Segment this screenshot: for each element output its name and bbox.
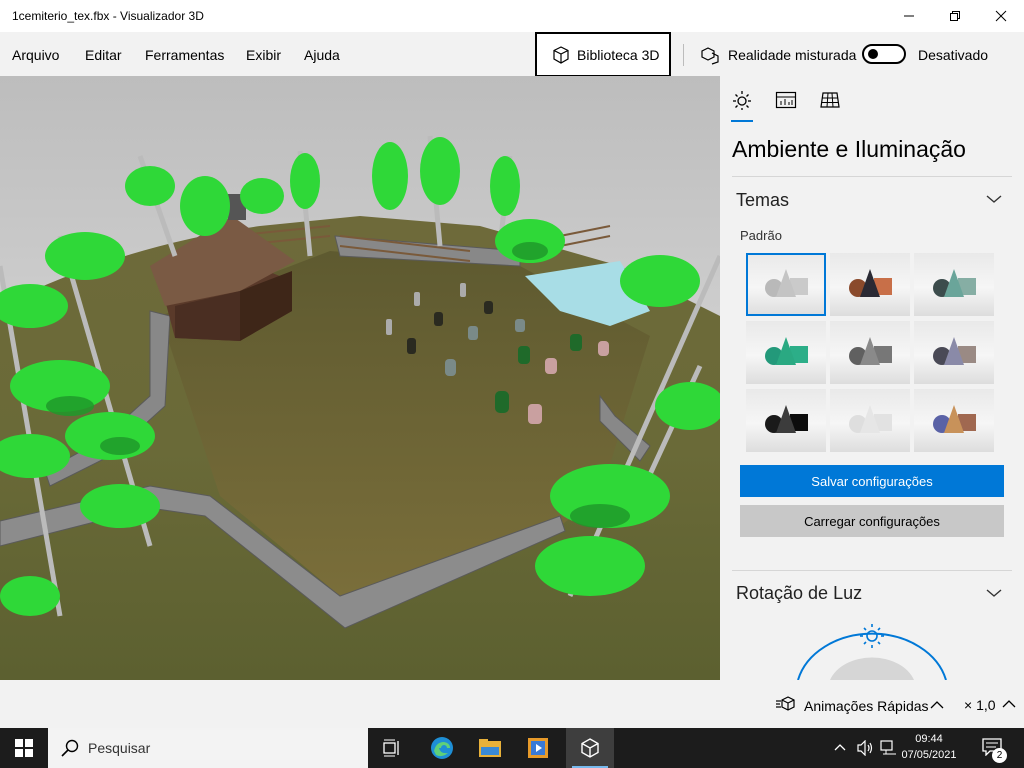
3d-library-button[interactable]: Biblioteca 3D bbox=[535, 32, 671, 77]
tab-estatisticas[interactable] bbox=[774, 88, 798, 112]
theme-option-6[interactable] bbox=[914, 321, 994, 384]
theme-option-5[interactable] bbox=[830, 321, 910, 384]
theme-option-1[interactable] bbox=[746, 253, 826, 316]
theme-option-2[interactable] bbox=[830, 253, 910, 316]
active-tab-indicator bbox=[731, 120, 753, 122]
theme-option-3[interactable] bbox=[914, 253, 994, 316]
themes-subtitle: Padrão bbox=[740, 228, 782, 243]
task-view-button[interactable] bbox=[368, 728, 416, 768]
light-rotation-section-header[interactable]: Rotação de Luz bbox=[736, 583, 862, 604]
menu-exibir[interactable]: Exibir bbox=[246, 47, 281, 63]
menu-arquivo[interactable]: Arquivo bbox=[12, 47, 59, 63]
animations-icon bbox=[776, 696, 795, 711]
theme-preview bbox=[933, 405, 976, 433]
edge-icon bbox=[431, 737, 453, 759]
menu-editar[interactable]: Editar bbox=[85, 47, 122, 63]
taskbar-search[interactable]: Pesquisar bbox=[48, 728, 368, 768]
load-settings-button[interactable]: Carregar configurações bbox=[740, 505, 1004, 537]
network-icon[interactable] bbox=[880, 740, 898, 756]
mixed-reality-label: Realidade misturada bbox=[728, 47, 857, 63]
light-rotation-dial[interactable] bbox=[786, 620, 966, 680]
theme-preview bbox=[849, 337, 892, 365]
start-button[interactable] bbox=[0, 728, 48, 768]
stats-icon bbox=[775, 91, 797, 109]
sun-icon bbox=[733, 91, 751, 110]
mixed-reality-icon bbox=[701, 47, 719, 65]
file-explorer-icon bbox=[479, 739, 501, 757]
speed-label[interactable]: × 1,0 bbox=[964, 697, 996, 713]
windows-logo-icon bbox=[15, 739, 33, 757]
task-view-icon bbox=[383, 739, 399, 757]
grid-icon bbox=[820, 92, 840, 108]
theme-preview bbox=[765, 405, 808, 433]
theme-preview bbox=[765, 269, 808, 297]
menu-separator bbox=[683, 44, 684, 66]
volume-icon[interactable] bbox=[856, 740, 874, 756]
edge-app[interactable] bbox=[418, 728, 466, 768]
theme-grid bbox=[746, 253, 996, 455]
menu-ajuda[interactable]: Ajuda bbox=[304, 47, 340, 63]
theme-option-4[interactable] bbox=[746, 321, 826, 384]
3d-viewport[interactable] bbox=[0, 76, 720, 680]
minimize-icon bbox=[904, 15, 914, 17]
file-explorer-app[interactable] bbox=[466, 728, 514, 768]
tray-chevron-up-icon[interactable] bbox=[834, 743, 846, 752]
theme-preview bbox=[849, 269, 892, 297]
chevron-up-icon[interactable] bbox=[1002, 700, 1016, 709]
divider bbox=[732, 570, 1012, 571]
chevron-down-icon[interactable] bbox=[986, 588, 1002, 598]
save-settings-button[interactable]: Salvar configurações bbox=[740, 465, 1004, 497]
restore-button[interactable] bbox=[932, 0, 978, 32]
3d-scene[interactable] bbox=[0, 76, 720, 680]
environment-panel: Ambiente e Iluminação Temas Padrão Salva… bbox=[720, 76, 1024, 680]
chevron-down-icon[interactable] bbox=[986, 194, 1002, 204]
theme-preview bbox=[849, 405, 892, 433]
menu-ferramentas[interactable]: Ferramentas bbox=[145, 47, 224, 63]
3d-viewer-app[interactable] bbox=[566, 728, 614, 768]
search-icon bbox=[61, 739, 79, 757]
tab-ambiente[interactable] bbox=[730, 88, 754, 112]
3d-library-label: Biblioteca 3D bbox=[577, 46, 660, 63]
notification-center-button[interactable]: 2 bbox=[976, 728, 1024, 768]
toggle-knob bbox=[868, 49, 878, 59]
theme-option-9[interactable] bbox=[914, 389, 994, 452]
window-title: 1cemiterio_tex.fbx - Visualizador 3D bbox=[12, 9, 204, 23]
chevron-up-icon[interactable] bbox=[930, 701, 944, 710]
restore-icon bbox=[950, 11, 960, 21]
close-icon bbox=[995, 10, 1007, 22]
close-button[interactable] bbox=[978, 0, 1024, 32]
taskbar: Pesquisar 09:44 07/05/2021 2 bbox=[0, 728, 1024, 768]
light-sun-icon bbox=[860, 624, 884, 648]
media-player-icon bbox=[528, 738, 548, 758]
media-player-app[interactable] bbox=[514, 728, 562, 768]
status-bar: Animações Rápidas × 1,0 bbox=[0, 680, 1024, 728]
notification-badge: 2 bbox=[992, 748, 1007, 763]
divider bbox=[732, 176, 1012, 177]
panel-title: Ambiente e Iluminação bbox=[732, 136, 966, 162]
3d-viewer-icon bbox=[581, 738, 599, 758]
minimize-button[interactable] bbox=[886, 0, 932, 32]
title-bar: 1cemiterio_tex.fbx - Visualizador 3D bbox=[0, 0, 1024, 32]
clock[interactable]: 09:44 07/05/2021 bbox=[900, 731, 958, 763]
mixed-reality-state: Desativado bbox=[918, 47, 989, 63]
theme-preview bbox=[933, 269, 976, 297]
themes-section-header[interactable]: Temas bbox=[736, 190, 789, 211]
animations-label[interactable]: Animações Rápidas bbox=[804, 698, 929, 714]
theme-preview bbox=[933, 337, 976, 365]
theme-preview bbox=[765, 337, 808, 365]
search-placeholder: Pesquisar bbox=[88, 740, 151, 756]
clock-date: 07/05/2021 bbox=[901, 749, 957, 761]
tab-grade[interactable] bbox=[818, 88, 842, 112]
theme-option-8[interactable] bbox=[830, 389, 910, 452]
theme-option-7[interactable] bbox=[746, 389, 826, 452]
mixed-reality-toggle[interactable] bbox=[862, 44, 906, 64]
clock-time: 09:44 bbox=[915, 733, 943, 745]
cube-icon bbox=[553, 45, 569, 64]
